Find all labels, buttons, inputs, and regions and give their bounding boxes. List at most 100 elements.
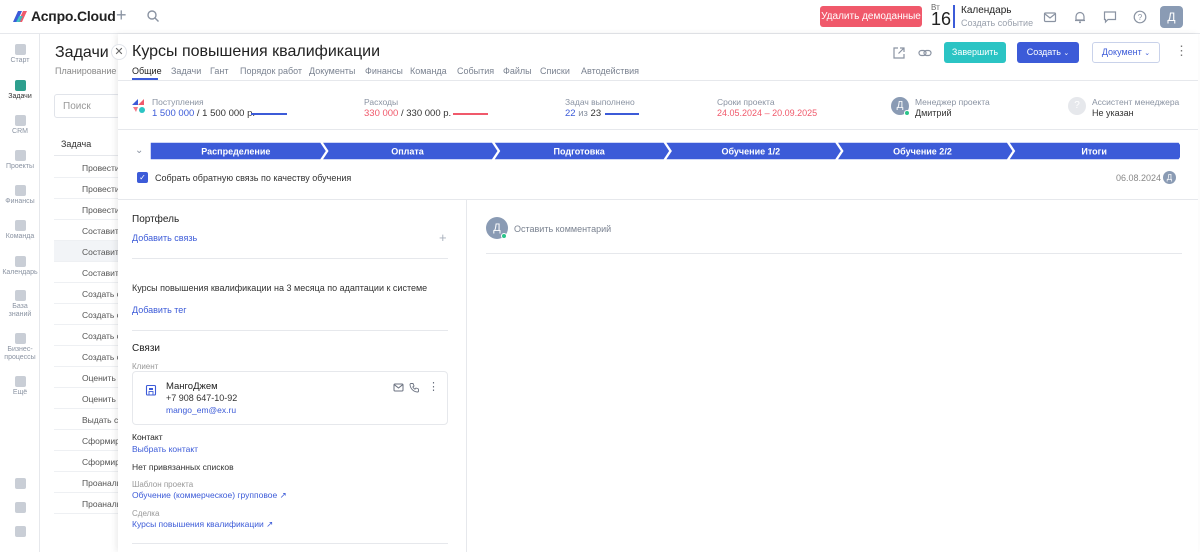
mail-icon[interactable] xyxy=(393,382,404,393)
table-row[interactable]: Провести xyxy=(54,157,120,178)
add-icon[interactable]: + xyxy=(439,230,447,245)
add-tag-button[interactable]: Добавить тег xyxy=(132,305,187,315)
user-avatar[interactable]: Д xyxy=(1160,6,1183,28)
table-row[interactable]: Составить xyxy=(54,262,120,283)
link-icon[interactable] xyxy=(918,46,932,60)
checkbox-icon[interactable]: ✓ xyxy=(137,172,148,183)
client-email[interactable]: mango_em@ex.ru xyxy=(166,405,236,415)
create-button[interactable]: Создать ⌄ xyxy=(1017,42,1079,63)
sidebar-item-label: Команда xyxy=(5,233,35,240)
select-contact-button[interactable]: Выбрать контакт xyxy=(132,444,198,454)
sidebar-item-processes[interactable]: Бизнес-процессы xyxy=(0,333,40,362)
table-row[interactable]: Проанали xyxy=(54,472,120,493)
stage-label: Обучение 2/2 xyxy=(893,147,952,157)
phone-icon[interactable] xyxy=(409,382,420,393)
tasks-done-value: 22 из 23 xyxy=(565,108,601,119)
assistant-avatar-placeholder[interactable]: ? xyxy=(1068,97,1086,115)
comment-input[interactable]: Оставить комментарий xyxy=(514,224,611,234)
table-row[interactable]: Создать с xyxy=(54,325,120,346)
table-row[interactable]: Создать с xyxy=(54,283,120,304)
sidebar-item-tasks[interactable]: Задачи xyxy=(0,80,40,100)
calendar-day[interactable]: 16 xyxy=(931,10,951,28)
tab-lists[interactable]: Списки xyxy=(540,66,570,76)
more-menu-icon[interactable]: ⋮ xyxy=(1175,44,1188,58)
tab-automations[interactable]: Автодействия xyxy=(581,66,639,76)
table-row[interactable]: Создать с xyxy=(54,304,120,325)
client-phone[interactable]: +7 908 647-10-92 xyxy=(166,393,237,403)
tab-finance[interactable]: Финансы xyxy=(365,66,403,76)
project-description[interactable]: Курсы повышения квалификации на 3 месяца… xyxy=(132,283,427,293)
table-row[interactable]: Провести xyxy=(54,199,120,220)
table-row[interactable]: Сформир xyxy=(54,430,120,451)
table-row[interactable]: Составить xyxy=(54,241,120,262)
checklist-assignee-avatar[interactable]: Д xyxy=(1163,171,1176,184)
sidebar-item-projects[interactable]: Проекты xyxy=(0,150,40,170)
table-row[interactable]: Составить xyxy=(54,220,120,241)
table-row[interactable]: Проанали xyxy=(54,493,120,514)
open-external-icon[interactable] xyxy=(892,46,906,60)
sidebar-item-more[interactable]: Ещё xyxy=(0,376,40,396)
calendar-icon xyxy=(14,256,26,267)
delete-demo-data-button[interactable]: Удалить демоданные xyxy=(820,6,922,27)
income-label: Поступления xyxy=(152,97,204,107)
client-name[interactable]: МангоДжем xyxy=(166,381,218,392)
help-icon[interactable]: ? xyxy=(1133,10,1147,24)
chevron-down-icon: ⌄ xyxy=(1144,50,1151,57)
tasks-column-header[interactable]: Задача xyxy=(54,132,120,156)
table-row[interactable]: Оценить р xyxy=(54,367,120,388)
tab-planning[interactable]: Планирование xyxy=(55,66,116,76)
checklist-item-date: 06.08.2024 xyxy=(1116,173,1162,183)
client-more-icon[interactable]: ⋮ xyxy=(428,381,439,393)
assistant-name[interactable]: Не указан xyxy=(1092,108,1134,118)
sidebar-item-crm[interactable]: CRM xyxy=(0,115,40,135)
table-row[interactable]: Оценить р xyxy=(54,388,120,409)
settings-icon xyxy=(14,502,26,513)
sidebar-bottom-item-1[interactable] xyxy=(0,478,40,491)
logo-text[interactable]: Аспро.Cloud xyxy=(31,8,116,24)
tab-general[interactable]: Общие xyxy=(132,66,162,76)
tasks-search-input[interactable]: Поиск xyxy=(54,94,120,118)
tab-tasks[interactable]: Задачи xyxy=(171,66,201,76)
chat-icon[interactable] xyxy=(1103,10,1117,24)
document-button-label: Документ xyxy=(1101,47,1142,57)
template-link[interactable]: Обучение (коммерческое) групповое ↗ xyxy=(132,490,287,501)
tab-team[interactable]: Команда xyxy=(410,66,447,76)
dates-value[interactable]: 24.05.2024 – 20.09.2025 xyxy=(717,108,817,118)
table-row[interactable]: Создать с xyxy=(54,346,120,367)
table-row[interactable]: Выдать се xyxy=(54,409,120,430)
sidebar-item-knowledge[interactable]: База знаний xyxy=(0,290,40,319)
stats-divider xyxy=(118,129,1198,130)
add-link-button[interactable]: Добавить связь xyxy=(132,233,197,243)
sidebar-item-start[interactable]: Старт xyxy=(0,44,40,64)
document-button[interactable]: Документ ⌄ xyxy=(1092,42,1160,63)
sidebar-item-team[interactable]: Команда xyxy=(0,220,40,240)
checklist-item-text[interactable]: Собрать обратную связь по качеству обуче… xyxy=(155,173,351,183)
bell-icon[interactable] xyxy=(1073,10,1087,24)
manager-name[interactable]: Дмитрий xyxy=(915,108,952,118)
tab-events[interactable]: События xyxy=(457,66,494,76)
tab-files[interactable]: Файлы xyxy=(503,66,532,76)
sidebar-bottom-item-3[interactable] xyxy=(0,526,40,539)
create-event-link[interactable]: Создать событие xyxy=(961,18,1033,28)
close-panel-button[interactable]: ✕ xyxy=(111,44,127,60)
finish-button[interactable]: Завершить xyxy=(944,42,1006,63)
expenses-label: Расходы xyxy=(364,97,399,107)
tasks-progress-bar xyxy=(605,113,639,115)
team-icon xyxy=(14,220,26,231)
search-icon[interactable] xyxy=(146,9,160,23)
collapse-stages-icon[interactable]: ⌄ xyxy=(135,145,143,156)
calendar-title[interactable]: Календарь xyxy=(961,5,1011,16)
logo-icon[interactable] xyxy=(12,10,28,23)
mail-icon[interactable] xyxy=(1043,10,1057,24)
sidebar-item-calendar[interactable]: Календарь xyxy=(0,256,40,276)
sidebar-bottom-item-2[interactable] xyxy=(0,502,40,515)
tab-gantt[interactable]: Гант xyxy=(210,66,228,76)
tabs-divider xyxy=(118,80,1198,81)
deal-link[interactable]: Курсы повышения квалификации ↗ xyxy=(132,519,273,530)
table-row[interactable]: Сформир xyxy=(54,451,120,472)
add-icon[interactable]: + xyxy=(116,5,127,25)
table-row[interactable]: Провести xyxy=(54,178,120,199)
tab-documents[interactable]: Документы xyxy=(309,66,355,76)
sidebar-item-finance[interactable]: Финансы xyxy=(0,185,40,205)
tab-work-order[interactable]: Порядок работ xyxy=(240,66,302,76)
